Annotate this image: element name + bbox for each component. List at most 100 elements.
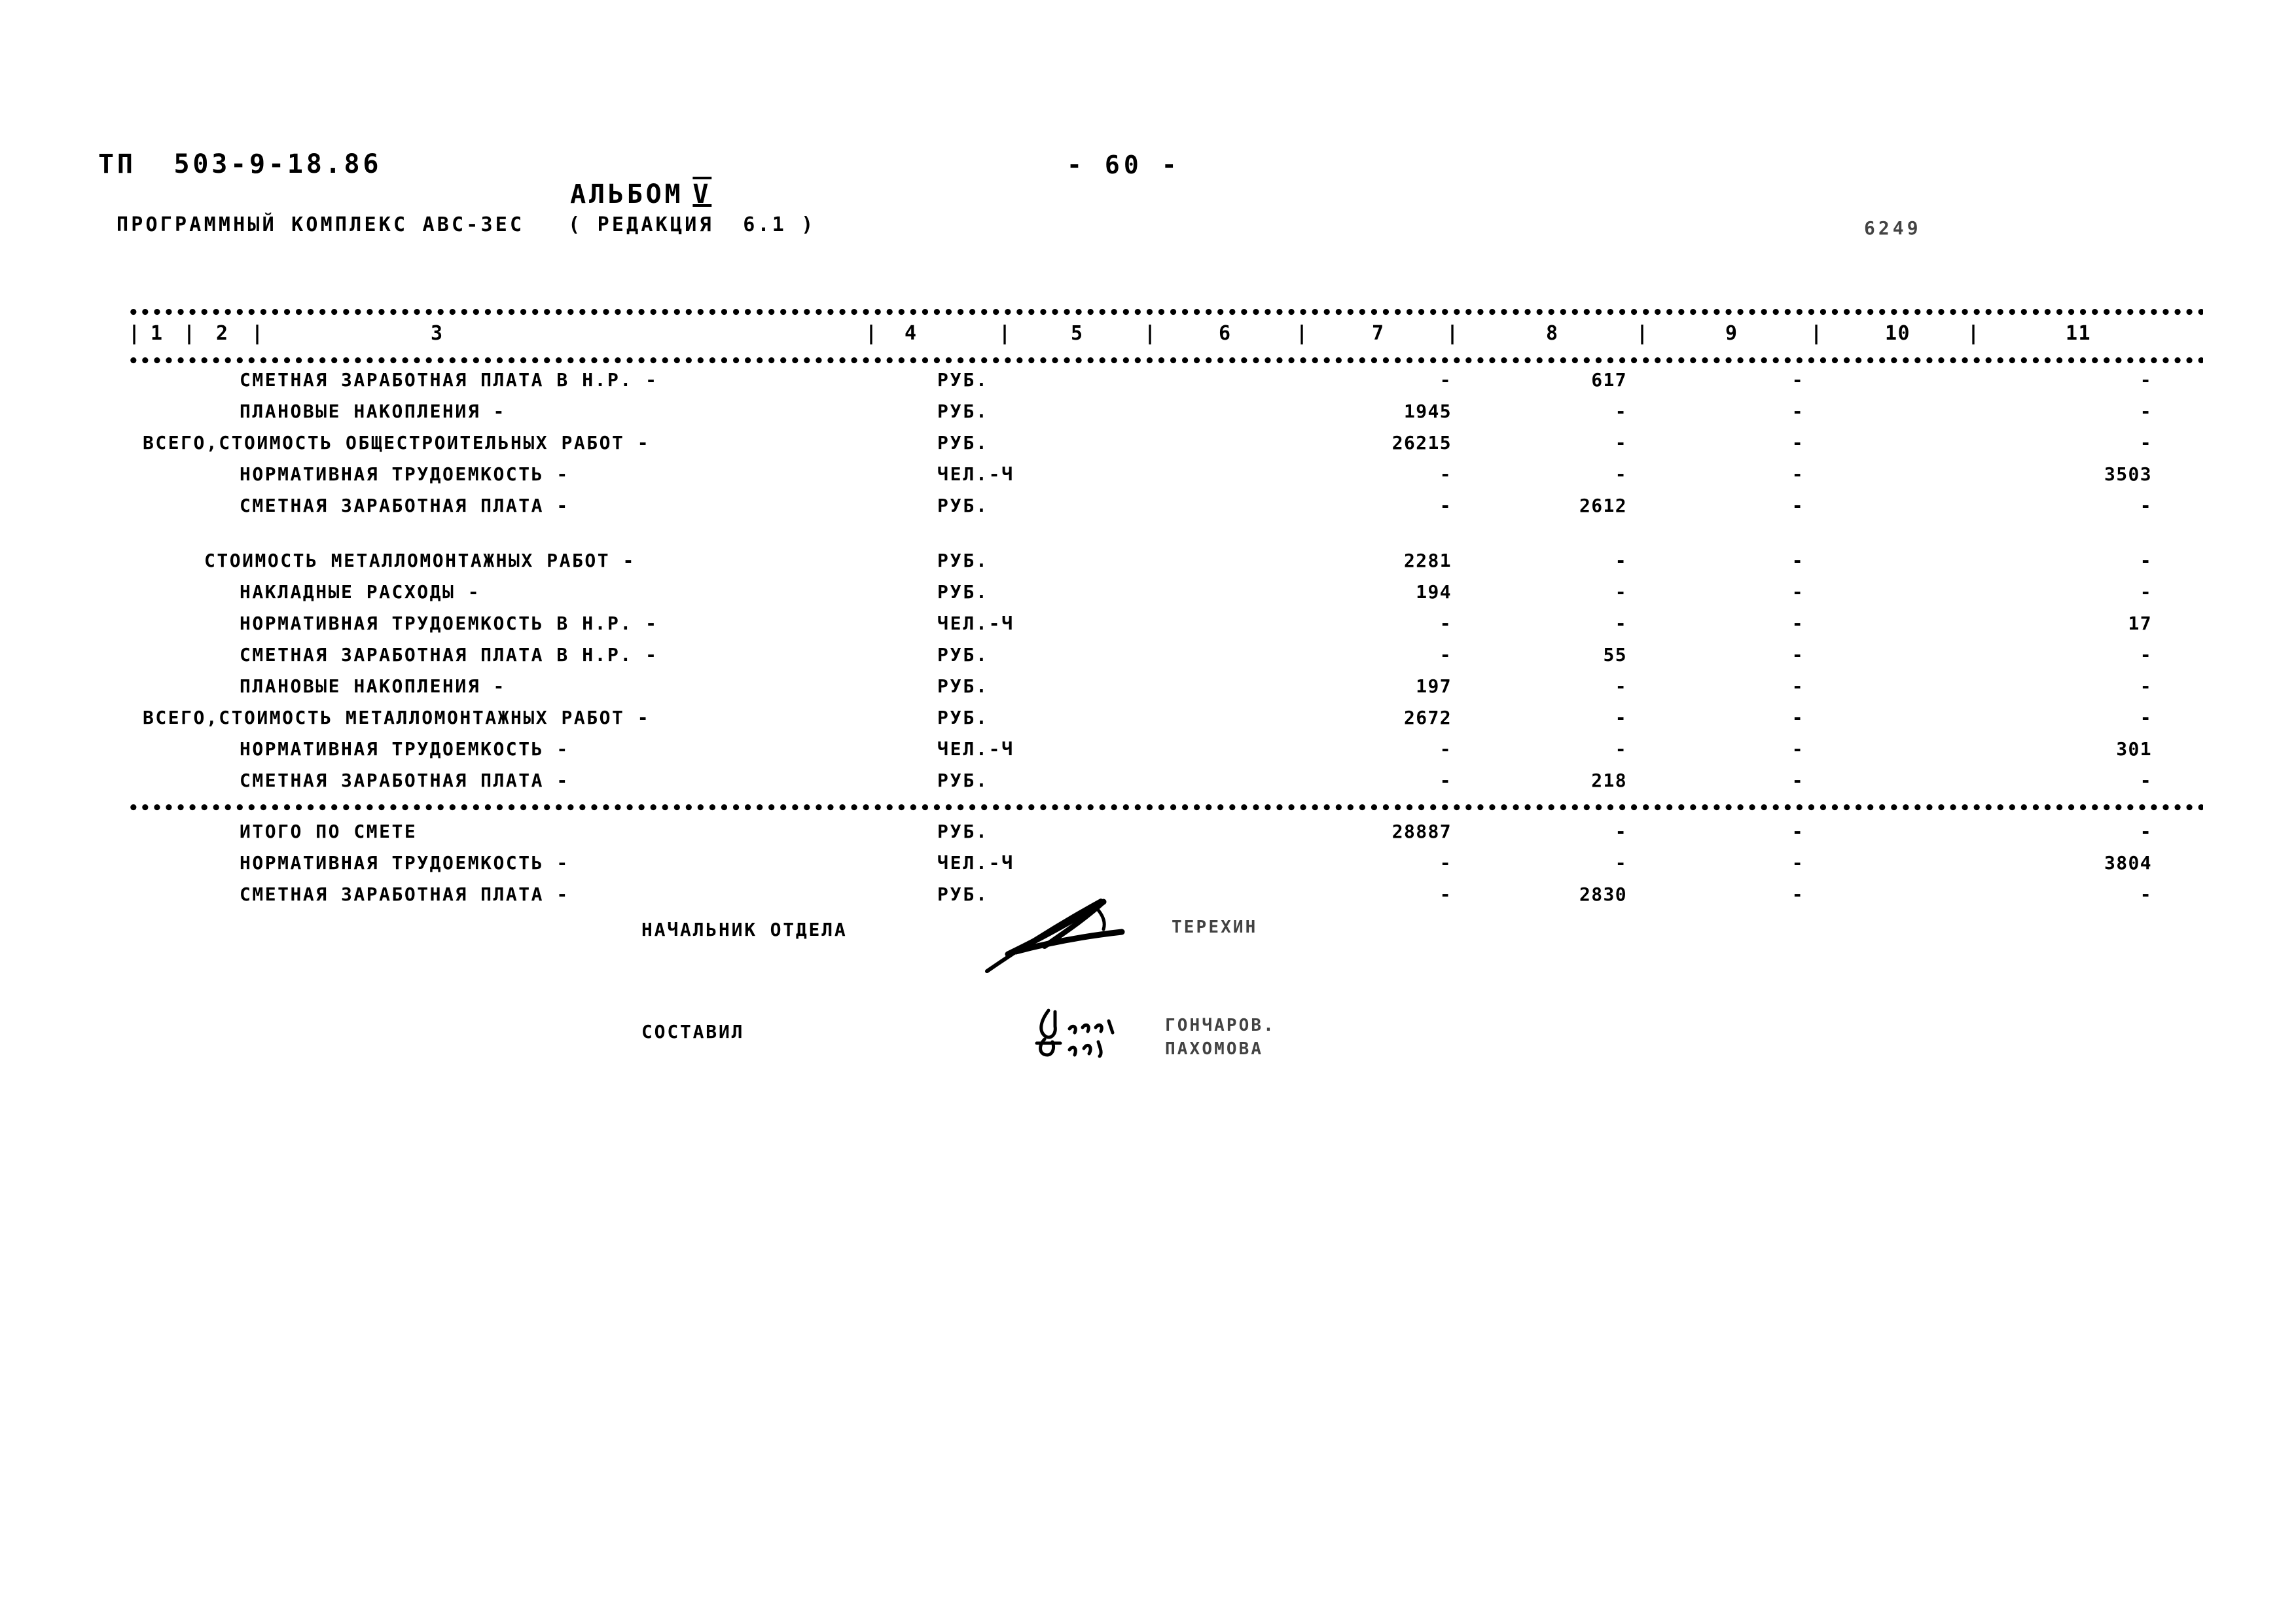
row-label: СМЕТНАЯ ЗАРАБОТНАЯ ПЛАТА В Н.Р. - [240, 369, 658, 391]
row-unit: РУБ. [937, 770, 989, 791]
column-separator: | [1967, 322, 1981, 345]
program-complex-line: ПРОГРАММНЫЙ КОМПЛЕКС АВС-3ЕС ( РЕДАКЦИЯ … [117, 213, 816, 236]
signature-block: НАЧАЛЬНИК ОТДЕЛА ТЕРЕХИН СОСТАВИЛ ГОНЧАР… [641, 899, 1689, 1060]
column-number-2: 2 [216, 322, 229, 345]
column-separator: | [1636, 322, 1649, 345]
table-row: НОРМАТИВНАЯ ТРУДОЕМКОСТЬ - ЧЕЛ.-Ч - - - … [128, 849, 2203, 881]
compiled-by-name-2: ПАХОМОВА [1165, 1039, 1264, 1059]
row-label: НОРМАТИВНАЯ ТРУДОЕМКОСТЬ - [240, 463, 569, 485]
row-label: ВСЕГО,СТОИМОСТЬ ОБЩЕСТРОИТЕЛЬНЫХ РАБОТ - [143, 432, 651, 454]
column-number-7: 7 [1372, 322, 1385, 345]
table-row: ИТОГО ПО СМЕТЕ РУБ. 28887 - - - [128, 818, 2203, 849]
row-unit: РУБ. [937, 707, 989, 728]
cell-col-11: - [2140, 675, 2152, 697]
row-unit: ЧЕЛ.-Ч [937, 613, 1014, 634]
cell-col-7: - [1439, 369, 1452, 391]
column-separator: | [128, 322, 141, 345]
header-line-secondary: ПРОГРАММНЫЙ КОМПЛЕКС АВС-3ЕС ( РЕДАКЦИЯ … [98, 213, 2193, 253]
cell-col-8: - [1615, 738, 1627, 760]
cell-col-7: - [1439, 738, 1452, 760]
cell-col-8: 55 [1603, 644, 1627, 666]
row-label: НОРМАТИВНАЯ ТРУДОЕМКОСТЬ - [240, 738, 569, 760]
cell-col-7: 2281 [1403, 550, 1452, 571]
cell-col-7: 1945 [1403, 401, 1452, 422]
row-label: СМЕТНАЯ ЗАРАБОТНАЯ ПЛАТА - [240, 770, 569, 791]
column-number-9: 9 [1725, 322, 1738, 345]
row-label: СМЕТНАЯ ЗАРАБОТНАЯ ПЛАТА - [240, 495, 569, 516]
cell-col-7: - [1439, 495, 1452, 516]
signature-row-head: НАЧАЛЬНИК ОТДЕЛА ТЕРЕХИН [641, 899, 1689, 982]
cell-col-11: - [2140, 369, 2152, 391]
cell-col-8: 617 [1591, 369, 1627, 391]
document-page: ТП 503-9-18.86 АЛЬБОМ V - 60 - ПРОГРАММНЫ… [0, 0, 2296, 1623]
cell-col-9: - [1791, 401, 1804, 422]
cell-col-7: - [1439, 883, 1452, 905]
cell-col-11: 301 [2116, 738, 2152, 760]
column-separator: | [865, 322, 878, 345]
row-unit: РУБ. [937, 675, 989, 697]
table-row: НОРМАТИВНАЯ ТРУДОЕМКОСТЬ - ЧЕЛ.-Ч - - - … [128, 461, 2203, 492]
column-separator: | [1810, 322, 1823, 345]
signature-row-author: СОСТАВИЛ ГОНЧАРОВ. ПАХОМОВА [641, 982, 1689, 1060]
table-block-totals: ИТОГО ПО СМЕТЕ РУБ. 28887 - - - НОРМАТИВ… [128, 818, 2203, 912]
cell-col-11: - [2140, 707, 2152, 728]
column-number-4: 4 [905, 322, 918, 345]
table-row: НОРМАТИВНАЯ ТРУДОЕМКОСТЬ - ЧЕЛ.-Ч - - - … [128, 736, 2203, 767]
table-block-metal-assembly: СТОИМОСТЬ МЕТАЛЛОМОНТАЖНЫХ РАБОТ - РУБ. … [128, 547, 2203, 798]
cell-col-9: - [1791, 613, 1804, 634]
cell-col-11: - [2140, 883, 2152, 905]
column-separator: | [1446, 322, 1460, 345]
cell-col-11: - [2140, 644, 2152, 666]
table-row: ВСЕГО,СТОИМОСТЬ МЕТАЛЛОМОНТАЖНЫХ РАБОТ -… [128, 704, 2203, 736]
cell-col-9: - [1791, 550, 1804, 571]
album-number: V [692, 179, 712, 209]
table-row: НАКЛАДНЫЕ РАСХОДЫ - РУБ. 194 - - - [128, 579, 2203, 610]
table-header-rule [128, 356, 2203, 366]
column-separator: | [1144, 322, 1157, 345]
cell-col-7: - [1439, 770, 1452, 791]
table-row: СМЕТНАЯ ЗАРАБОТНАЯ ПЛАТА В Н.Р. - РУБ. -… [128, 641, 2203, 673]
cell-col-11: - [2140, 550, 2152, 571]
row-unit: РУБ. [937, 432, 989, 454]
cell-col-9: - [1791, 707, 1804, 728]
document-header: ТП 503-9-18.86 АЛЬБОМ V - 60 - ПРОГРАММНЫ… [98, 149, 2193, 253]
cell-col-9: - [1791, 581, 1804, 603]
row-label: ПЛАНОВЫЕ НАКОПЛЕНИЯ - [240, 401, 506, 422]
table-row: НОРМАТИВНАЯ ТРУДОЕМКОСТЬ В Н.Р. - ЧЕЛ.-Ч… [128, 610, 2203, 641]
row-unit: РУБ. [937, 581, 989, 603]
cell-col-11: 17 [2128, 613, 2152, 634]
table-row: ПЛАНОВЫЕ НАКОПЛЕНИЯ - РУБ. 197 - - - [128, 673, 2203, 704]
column-number-1: 1 [151, 322, 164, 345]
row-label: НОРМАТИВНАЯ ТРУДОЕМКОСТЬ - [240, 852, 569, 874]
cell-col-8: - [1615, 613, 1627, 634]
head-of-department-name: ТЕРЕХИН [1172, 918, 1258, 937]
table-row: СМЕТНАЯ ЗАРАБОТНАЯ ПЛАТА В Н.Р. - РУБ. -… [128, 366, 2203, 398]
cell-col-11: - [2140, 495, 2152, 516]
cell-col-9: - [1791, 369, 1804, 391]
compiled-by-title: СОСТАВИЛ [641, 1021, 745, 1043]
head-of-department-title: НАЧАЛЬНИК ОТДЕЛА [641, 919, 848, 940]
cell-col-8: - [1615, 463, 1627, 485]
column-number-3: 3 [431, 322, 444, 345]
row-label: ВСЕГО,СТОИМОСТЬ МЕТАЛЛОМОНТАЖНЫХ РАБОТ - [143, 707, 651, 728]
column-number-10: 10 [1885, 322, 1911, 345]
column-separator: | [251, 322, 264, 345]
table-row: ПЛАНОВЫЕ НАКОПЛЕНИЯ - РУБ. 1945 - - - [128, 398, 2203, 429]
row-label: СМЕТНАЯ ЗАРАБОТНАЯ ПЛАТА В Н.Р. - [240, 644, 658, 666]
cell-col-9: - [1791, 883, 1804, 905]
cell-col-9: - [1791, 852, 1804, 874]
cell-col-11: 3503 [2104, 463, 2152, 485]
row-unit: РУБ. [937, 644, 989, 666]
row-unit: ЧЕЛ.-Ч [937, 738, 1014, 760]
cell-col-7: - [1439, 852, 1452, 874]
estimate-table: | 1 | 2 | 3 | 4 | 5 | 6 | 7 | 8 | 9 | 10… [128, 308, 2203, 912]
row-label: СТОИМОСТЬ МЕТАЛЛОМОНТАЖНЫХ РАБОТ - [204, 550, 636, 571]
cell-col-8: - [1615, 401, 1627, 422]
cell-col-8: - [1615, 432, 1627, 454]
table-top-rule [128, 308, 2203, 318]
column-separator: | [1296, 322, 1309, 345]
column-number-8: 8 [1546, 322, 1559, 345]
page-number: - 60 - [1067, 151, 1181, 179]
cell-col-7: 28887 [1391, 821, 1452, 842]
cell-col-8: - [1615, 581, 1627, 603]
